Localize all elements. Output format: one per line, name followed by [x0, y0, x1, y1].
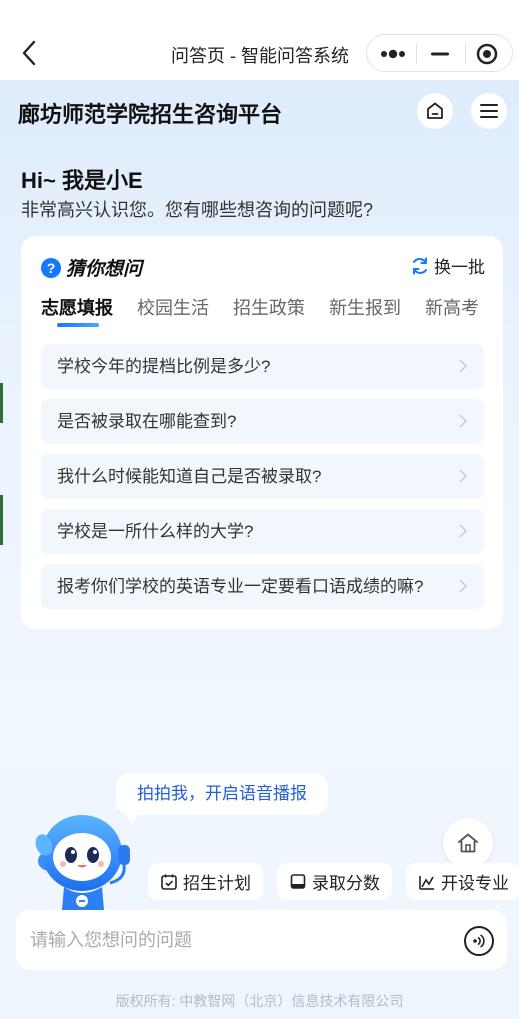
active-tab-indicator	[57, 323, 99, 327]
suggested-questions-card: ? 猜你想问 换一批 志愿填报 校园生活 招生政策 新生报到 新高考 学校今年的…	[21, 236, 503, 629]
floating-home-button[interactable]	[443, 818, 493, 868]
calendar-check-icon	[161, 874, 177, 890]
home-icon	[427, 102, 443, 119]
robot-mascot-icon[interactable]	[30, 805, 138, 910]
question-item[interactable]: 我什么时候能知道自己是否被录取?	[41, 454, 484, 499]
chevron-right-icon	[459, 469, 468, 483]
nav-title: 问答页 - 智能问答系统	[171, 46, 349, 66]
voice-wave-icon	[473, 934, 485, 948]
question-text: 学校是一所什么样的大学?	[57, 522, 254, 541]
question-item[interactable]: 学校今年的提档比例是多少?	[41, 344, 484, 389]
tab-new-gaokao[interactable]: 新高考	[425, 294, 479, 320]
miniprogram-capsule	[366, 34, 513, 72]
quick-action-chips: 招生计划 录取分数 开设专业	[148, 863, 519, 901]
more-button[interactable]	[367, 35, 415, 73]
question-list: 学校今年的提档比例是多少? 是否被录取在哪能查到? 我什么时候能知道自己是否被录…	[41, 344, 484, 619]
back-button[interactable]	[18, 38, 42, 68]
refresh-icon	[413, 257, 427, 274]
question-item[interactable]: 学校是一所什么样的大学?	[41, 509, 484, 554]
chip-admission-scores[interactable]: 录取分数	[277, 863, 392, 900]
tab-admission-policy[interactable]: 招生政策	[233, 294, 305, 320]
chevron-right-icon	[459, 414, 468, 428]
chip-label: 录取分数	[312, 874, 380, 893]
back-arrow-icon	[22, 40, 36, 66]
menu-button[interactable]	[471, 93, 507, 129]
greeting-title: Hi~ 我是小E	[21, 168, 143, 193]
home-icon	[458, 833, 478, 853]
minimize-button[interactable]	[416, 35, 464, 73]
hamburger-menu-icon	[480, 104, 498, 118]
category-tabs: 志愿填报 校园生活 招生政策 新生报到 新高考	[41, 294, 491, 330]
refresh-label: 换一批	[434, 258, 485, 277]
chip-enrollment-plan[interactable]: 招生计划	[148, 863, 263, 900]
question-text: 学校今年的提档比例是多少?	[57, 357, 271, 376]
question-item[interactable]: 是否被录取在哪能查到?	[41, 399, 484, 444]
question-mark-icon: ?	[41, 257, 61, 278]
chip-majors[interactable]: 开设专业	[406, 863, 519, 900]
chip-label: 开设专业	[441, 874, 509, 893]
home-button[interactable]	[417, 93, 453, 129]
chip-label: 招生计划	[183, 874, 251, 893]
question-text: 是否被录取在哪能查到?	[57, 412, 237, 431]
tab-campus-life[interactable]: 校园生活	[137, 294, 209, 320]
tab-freshman-registration[interactable]: 新生报到	[329, 294, 401, 320]
greeting-subtitle: 非常高兴认识您。您有哪些想咨询的问题呢?	[21, 200, 374, 220]
edge-mark	[0, 383, 3, 423]
card-header: ? 猜你想问	[41, 254, 142, 281]
book-icon	[290, 873, 306, 889]
question-text: 我什么时候能知道自己是否被录取?	[57, 467, 322, 486]
edge-mark	[0, 495, 3, 545]
chart-icon	[419, 875, 434, 890]
question-text: 报考你们学校的英语专业一定要看口语成绩的嘛?	[57, 577, 424, 596]
navigation-bar: 问答页 - 智能问答系统	[0, 0, 519, 80]
card-title: 猜你想问	[66, 259, 143, 280]
close-button[interactable]	[465, 35, 513, 73]
voice-hint-bubble[interactable]: 拍拍我，开启语音播报	[116, 773, 328, 815]
more-dots-icon	[381, 49, 405, 59]
chevron-right-icon	[459, 524, 468, 538]
chevron-right-icon	[459, 579, 468, 593]
app-title: 廊坊师范学院招生咨询平台	[18, 102, 283, 127]
minus-icon	[431, 52, 449, 56]
target-close-icon	[476, 43, 498, 65]
voice-input-button[interactable]	[464, 926, 494, 956]
refresh-button[interactable]: 换一批	[410, 253, 485, 278]
tab-volunteer[interactable]: 志愿填报	[41, 294, 113, 320]
chevron-right-icon	[459, 359, 468, 373]
copyright-footer: 版权所有: 中教智网（北京）信息技术有限公司	[115, 993, 404, 1009]
question-input-bar	[16, 910, 507, 970]
question-input[interactable]	[30, 924, 430, 956]
question-item[interactable]: 报考你们学校的英语专业一定要看口语成绩的嘛?	[41, 564, 484, 609]
